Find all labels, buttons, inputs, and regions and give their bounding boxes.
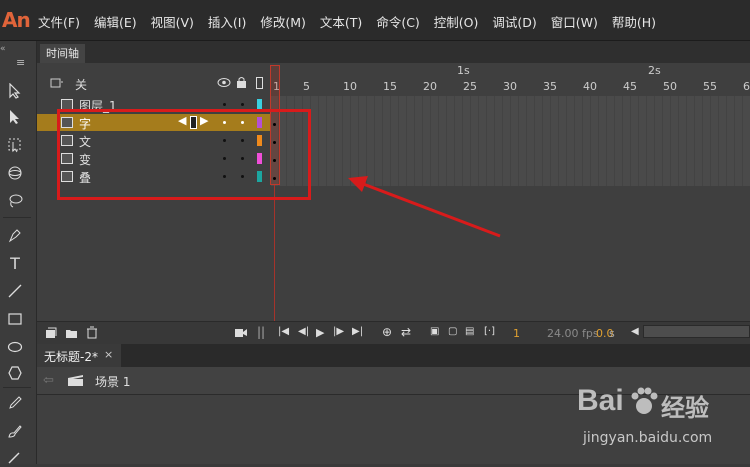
edit-multiple-icon[interactable]: ▤ — [465, 326, 474, 337]
paint-brush-tool-icon[interactable] — [4, 447, 26, 467]
frame-number: 20 — [423, 80, 437, 93]
watermark: Bai 经验 jingyan.baidu.com — [577, 382, 747, 462]
menu-list: 文件(F) 编辑(E) 视图(V) 插入(I) 修改(M) 文本(T) 命令(C… — [38, 12, 670, 31]
prev-frame-icon[interactable]: ◀| — [298, 326, 309, 337]
layer-folder-icon — [50, 78, 63, 88]
menu-control[interactable]: 控制(O) — [434, 12, 479, 31]
play-icon[interactable]: ▶ — [316, 326, 324, 339]
trash-icon[interactable] — [86, 326, 98, 339]
first-frame-icon[interactable]: |◀ — [278, 326, 289, 337]
frame-ruler[interactable]: 1s 2s 1 5 10 15 20 25 30 35 40 45 50 55 … — [271, 63, 750, 96]
polystar-tool-icon[interactable] — [4, 363, 26, 383]
menu-insert[interactable]: 插入(I) — [208, 12, 246, 31]
collapse-icon[interactable]: « — [0, 44, 6, 54]
red-arrow-annotation — [348, 176, 501, 238]
pencil-tool-icon[interactable] — [4, 393, 26, 413]
layer-header: 关 — [37, 73, 270, 95]
3d-rotation-tool-icon[interactable] — [4, 163, 26, 183]
menu-view[interactable]: 视图(V) — [151, 12, 194, 31]
paw-icon — [631, 387, 658, 414]
onion-outline-icon[interactable]: ▢ — [448, 326, 457, 337]
loop-icon[interactable]: ⇄ — [401, 325, 411, 339]
frame-number: 40 — [583, 80, 597, 93]
brush-tool-icon[interactable] — [4, 421, 26, 441]
frame-number: 25 — [463, 80, 477, 93]
frame-number: 55 — [703, 80, 717, 93]
frame-number: 10 — [343, 80, 357, 93]
camera-icon[interactable] — [234, 327, 248, 338]
menu-text[interactable]: 文本(T) — [320, 12, 362, 31]
subselection-tool-icon[interactable] — [4, 107, 26, 127]
onion-markers-icon[interactable]: [·] — [484, 326, 495, 337]
frame-number: 30 — [503, 80, 517, 93]
next-frame-icon[interactable]: |▶ — [333, 326, 344, 337]
lock-dot[interactable] — [241, 103, 244, 106]
watermark-brand: Bai — [577, 384, 624, 417]
back-arrow-icon[interactable]: ⇦ — [43, 373, 54, 388]
outline-icon[interactable] — [256, 77, 263, 89]
app-logo: An — [2, 8, 31, 32]
lock-icon[interactable] — [236, 76, 247, 89]
eye-icon[interactable] — [217, 77, 231, 88]
second-marker: 2s — [648, 64, 661, 77]
frame-number: 45 — [623, 80, 637, 93]
free-transform-tool-icon[interactable] — [4, 135, 26, 155]
onion-skin-icon[interactable]: ▣ — [430, 326, 439, 337]
current-frame[interactable]: 1 — [513, 327, 520, 340]
document-title[interactable]: 无标题-2* — [44, 348, 98, 365]
new-folder-icon[interactable] — [65, 327, 78, 339]
second-marker: 1s — [457, 64, 470, 77]
menu-debug[interactable]: 调试(D) — [492, 12, 536, 31]
oval-tool-icon[interactable] — [4, 337, 26, 357]
timeline-tabbar — [37, 41, 750, 63]
lasso-tool-icon[interactable] — [4, 191, 26, 211]
frame-number: 15 — [383, 80, 397, 93]
clapperboard-icon — [68, 375, 83, 386]
line-tool-icon[interactable] — [4, 281, 26, 301]
divider-icon: || — [257, 325, 266, 339]
frame-number: 35 — [543, 80, 557, 93]
watermark-brand2: 经验 — [661, 394, 709, 422]
frame-number: 6 — [743, 80, 750, 93]
scroll-left-icon[interactable]: ◀ — [631, 326, 639, 337]
center-frame-icon[interactable]: ⊕ — [382, 325, 392, 339]
menu-file[interactable]: 文件(F) — [38, 12, 80, 31]
menu-commands[interactable]: 命令(C) — [376, 12, 419, 31]
watermark-url: jingyan.baidu.com — [583, 430, 713, 446]
scene-label[interactable]: 场景 1 — [95, 373, 130, 390]
time-unit: s — [609, 327, 615, 340]
text-tool-icon[interactable]: T — [4, 253, 26, 273]
menu-window[interactable]: 窗口(W) — [551, 12, 598, 31]
new-layer-icon[interactable] — [45, 327, 57, 339]
last-frame-icon[interactable]: ▶| — [352, 326, 363, 337]
tools-panel: T — [0, 41, 37, 464]
visibility-dot[interactable] — [223, 103, 226, 106]
highlight-box — [57, 109, 311, 200]
menu-modify[interactable]: 修改(M) — [260, 12, 306, 31]
panel-menu-icon[interactable]: ≡ — [16, 56, 25, 69]
frame-rate[interactable]: 24.00 fps — [547, 327, 599, 340]
timeline-scrollbar[interactable] — [643, 325, 750, 338]
document-tabbar — [37, 344, 750, 367]
frame-number: 50 — [663, 80, 677, 93]
rectangle-tool-icon[interactable] — [4, 309, 26, 329]
frame-number: 5 — [303, 80, 310, 93]
menu-edit[interactable]: 编辑(E) — [94, 12, 137, 31]
selection-tool-icon[interactable] — [4, 81, 26, 101]
menu-help[interactable]: 帮助(H) — [612, 12, 656, 31]
layer-header-label: 关 — [75, 78, 88, 92]
close-tab-icon[interactable]: × — [104, 348, 113, 361]
pen-tool-icon[interactable] — [4, 225, 26, 245]
tab-timeline[interactable]: 时间轴 — [40, 44, 85, 63]
